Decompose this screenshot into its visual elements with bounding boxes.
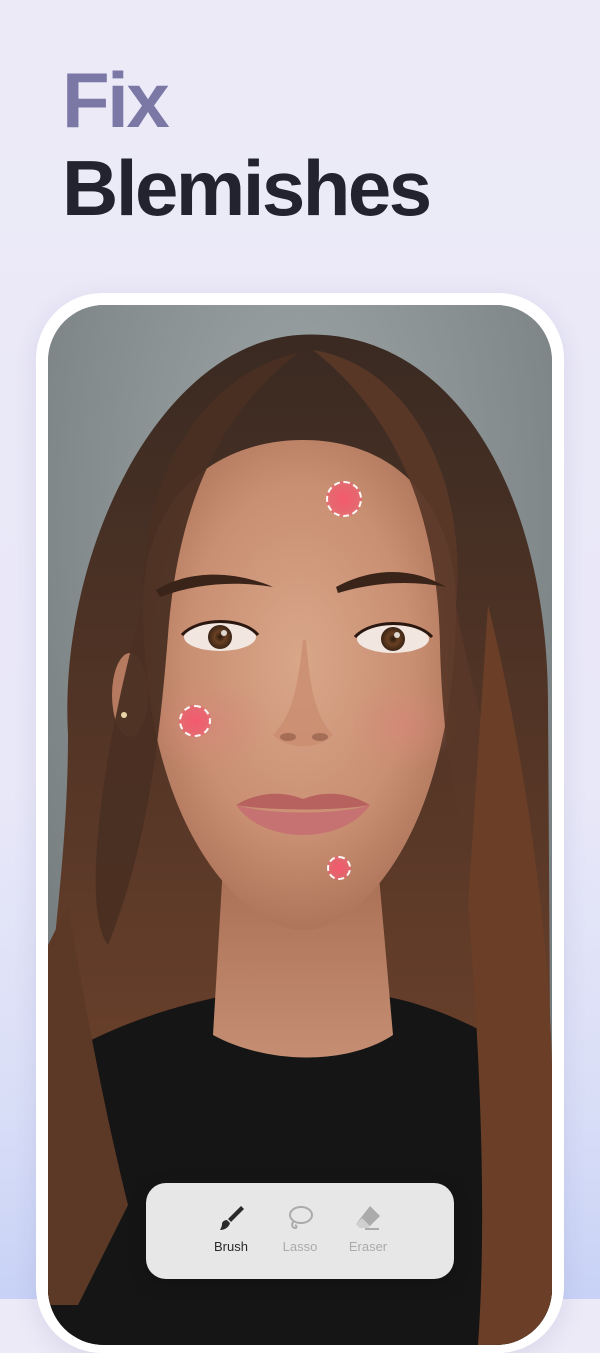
tool-eraser-label: Eraser xyxy=(348,1239,388,1254)
blemish-marker-forehead[interactable] xyxy=(326,481,362,517)
headline-line-blemishes: Blemishes xyxy=(62,144,432,232)
brush-icon xyxy=(220,1206,244,1230)
tool-brush[interactable]: Brush xyxy=(196,1201,266,1263)
tool-brush-label: Brush xyxy=(214,1239,248,1254)
tool-eraser[interactable]: Eraser xyxy=(333,1201,403,1263)
tool-selector-bar: Brush Lasso Eraser xyxy=(146,1183,454,1279)
lasso-icon xyxy=(289,1206,313,1230)
headline-line-fix: Fix xyxy=(62,56,170,144)
tool-lasso-label: Lasso xyxy=(282,1239,318,1254)
page-headline: Fix Blemishes xyxy=(62,56,432,232)
eraser-icon xyxy=(356,1206,380,1230)
blemish-marker-left-cheek[interactable] xyxy=(179,705,211,737)
blemish-marker-chin[interactable] xyxy=(327,856,351,880)
tool-lasso[interactable]: Lasso xyxy=(265,1201,335,1263)
